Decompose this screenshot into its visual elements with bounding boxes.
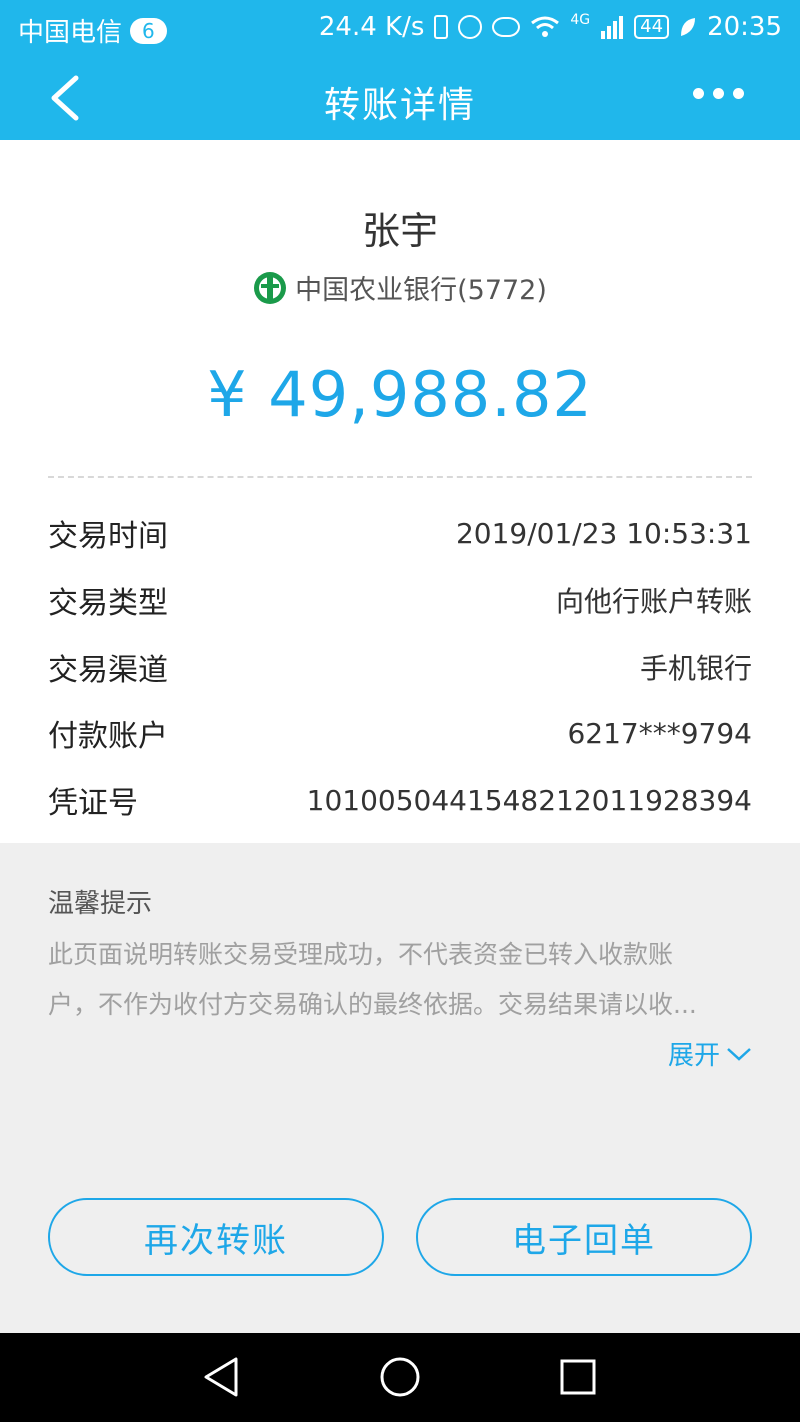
detail-value: 6217***9794: [567, 716, 752, 750]
detail-row-voucher: 凭证号 1010050441548212011928394: [48, 775, 752, 825]
tips-text-line: 户，不作为收付方交易确认的最终依据。交易结果请以收...: [48, 990, 697, 1019]
detail-label: 交易渠道: [48, 653, 168, 688]
detail-value: 2019/01/23 10:53:31: [455, 516, 752, 550]
detail-row-channel: 交易渠道 手机银行: [48, 642, 752, 692]
transfer-again-label: 再次转账: [144, 1220, 288, 1261]
expand-label: 展开: [667, 1041, 720, 1071]
tips-text-line: 此页面说明转账交易受理成功，不代表资金已转入收款账: [48, 940, 674, 969]
detail-label: 交易类型: [48, 586, 168, 621]
carrier-name: 中国电信: [18, 18, 123, 48]
detail-row-time: 交易时间 2019/01/23 10:53:31: [48, 508, 752, 558]
transfer-amount: ¥ 49,988.82: [207, 358, 593, 431]
detail-row-type: 交易类型 向他行账户转账: [48, 575, 752, 625]
payee-name: 张宇: [361, 209, 438, 253]
leaf-icon: [681, 18, 696, 36]
detail-label: 付款账户: [48, 719, 168, 754]
tips-heading: 温馨提示: [48, 889, 153, 919]
nav-recents-icon[interactable]: [556, 1355, 600, 1399]
bluetooth-icon: [434, 15, 449, 39]
nav-home-icon[interactable]: [378, 1355, 422, 1399]
dashed-divider: [48, 476, 752, 478]
battery-indicator: 44: [634, 15, 670, 39]
detail-value: 手机银行: [639, 652, 752, 685]
detail-label: 凭证号: [48, 786, 138, 821]
abc-bank-logo-icon: [254, 271, 287, 304]
payee-bank: 中国农业银行(5772): [0, 268, 800, 307]
notification-count-badge: 6: [130, 17, 167, 44]
e-receipt-button[interactable]: 电子回单: [416, 1198, 752, 1276]
detail-value: 向他行账户转账: [555, 585, 752, 618]
page-title: 转账详情: [323, 85, 476, 126]
status-icons: 24.4 K/s 4G 44 20:35: [319, 12, 782, 42]
expand-button[interactable]: 展开: [668, 1035, 752, 1072]
carrier-info: 中国电信 6: [18, 12, 167, 49]
status-bar: 中国电信 6 24.4 K/s 4G 44 20:35: [0, 0, 800, 56]
transfer-summary-card: 张宇 中国农业银行(5772) ¥ 49,988.82 交易时间 2019/01…: [0, 140, 800, 843]
bank-name: 中国农业银行(5772): [295, 275, 547, 306]
app-header: 转账详情: [0, 56, 800, 140]
eye-icon: [492, 17, 521, 37]
wifi-icon: [531, 16, 560, 37]
network-type: 4G: [570, 12, 591, 28]
alarm-icon: [458, 15, 483, 39]
detail-row-account: 付款账户 6217***9794: [48, 708, 752, 758]
detail-value: 1010050441548212011928394: [306, 783, 752, 817]
nav-back-icon[interactable]: [200, 1355, 244, 1399]
network-speed: 24.4 K/s: [318, 12, 425, 42]
system-navigation-bar: [0, 1333, 800, 1422]
clock-time: 20:35: [707, 12, 782, 42]
transfer-again-button[interactable]: 再次转账: [48, 1198, 384, 1276]
tips-section: 温馨提示 此页面说明转账交易受理成功，不代表资金已转入收款账 户，不作为收付方交…: [0, 843, 800, 1333]
detail-label: 交易时间: [48, 519, 168, 554]
signal-icon: [601, 16, 624, 39]
e-receipt-label: 电子回单: [512, 1220, 656, 1261]
more-options-icon[interactable]: [693, 88, 744, 99]
chevron-down-icon: [727, 1047, 751, 1061]
